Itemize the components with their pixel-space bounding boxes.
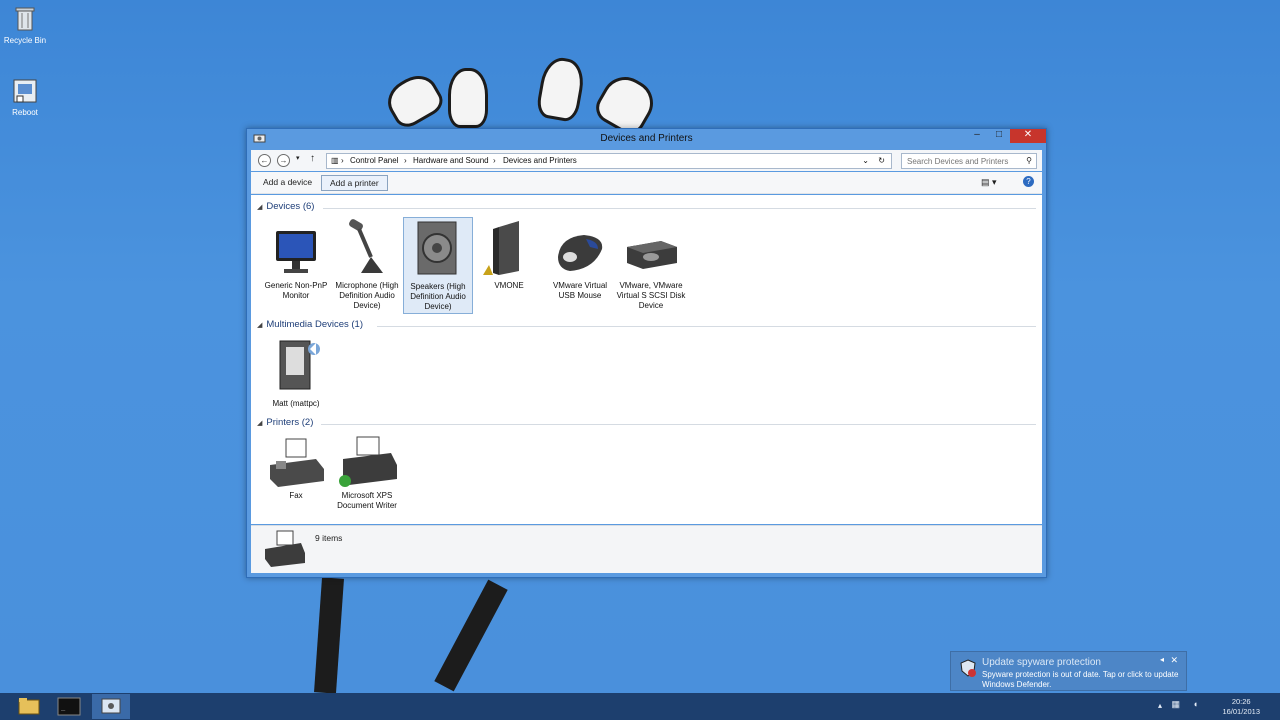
media-device-icon	[266, 335, 326, 397]
file-explorer-taskbar-button[interactable]	[10, 694, 48, 719]
device-item[interactable]: Fax	[261, 435, 331, 501]
devices-and-printers-window: Devices and Printers – □ ✕ ← → ▾ ↑ ▥ › C…	[246, 128, 1047, 578]
computer-tower-icon	[479, 217, 539, 279]
recycle-bin-icon	[10, 4, 40, 34]
device-label: Speakers (High Definition Audio Device)	[410, 282, 466, 311]
minimize-button[interactable]: –	[966, 129, 988, 143]
windows-defender-icon	[958, 658, 978, 678]
clock[interactable]: 20:26 16/01/2013	[1222, 697, 1260, 717]
group-divider	[377, 326, 1036, 327]
breadcrumb-devices-and-printers[interactable]: Devices and Printers	[503, 156, 577, 165]
help-icon[interactable]: ?	[1023, 176, 1034, 187]
desktop-icon-reboot[interactable]: Reboot	[0, 76, 50, 117]
group-header-multimedia[interactable]: ◢ Multimedia Devices (1)	[257, 319, 363, 330]
taskbar: _ ▴ ▦ ◖ 20:26 16/01/2013	[0, 693, 1280, 720]
search-icon[interactable]: ⚲	[1026, 156, 1032, 165]
device-item[interactable]: VMware Virtual USB Mouse	[545, 217, 615, 301]
device-label: Microsoft XPS Document Writer	[337, 491, 397, 510]
clock-date: 16/01/2013	[1222, 707, 1260, 716]
network-icon[interactable]: ▦	[1171, 699, 1180, 710]
speakers-icon	[408, 218, 468, 280]
view-options-icon[interactable]: ▤ ▾	[981, 177, 997, 188]
device-item[interactable]: VMware, VMware Virtual S SCSI Disk Devic…	[616, 217, 686, 311]
mouse-icon	[550, 217, 610, 279]
device-label: Matt (mattpc)	[272, 399, 320, 408]
device-label: VMware Virtual USB Mouse	[552, 281, 608, 300]
breadcrumb-separator: ›	[341, 156, 344, 165]
breadcrumb-separator: ›	[404, 156, 407, 165]
group-title: Multimedia Devices (1)	[266, 319, 364, 330]
breadcrumb-separator: ›	[493, 156, 496, 165]
breadcrumb-hardware-and-sound[interactable]: Hardware and Sound	[413, 156, 489, 165]
add-printer-button[interactable]: Add a printer	[321, 175, 388, 191]
clock-time: 20:26	[1231, 697, 1251, 706]
desktop-icon-label: Reboot	[12, 108, 38, 117]
desktop-icon-recycle-bin[interactable]: Recycle Bin	[0, 4, 50, 45]
search-box[interactable]: ⚲	[901, 153, 1037, 169]
collapse-triangle-icon[interactable]: ◢	[257, 321, 262, 329]
device-label: VMONE	[494, 281, 524, 290]
group-title: Printers (2)	[266, 417, 314, 428]
item-count: 9 items	[315, 533, 343, 543]
command-prompt-taskbar-button[interactable]: _	[50, 694, 88, 719]
group-header-printers[interactable]: ◢ Printers (2)	[257, 417, 313, 428]
group-title: Devices (6)	[266, 201, 315, 212]
collapse-triangle-icon[interactable]: ◢	[257, 419, 262, 427]
disk-drive-icon	[621, 217, 681, 279]
device-label: VMware, VMware Virtual S SCSI Disk Devic…	[616, 281, 686, 310]
device-item[interactable]: Generic Non-PnP Monitor	[261, 217, 331, 301]
device-item[interactable]: Microphone (High Definition Audio Device…	[332, 217, 402, 311]
group-divider	[321, 424, 1036, 425]
recent-locations-dropdown[interactable]: ▾	[296, 154, 300, 162]
details-pane: 9 items	[251, 525, 1042, 573]
devices-content-area: ◢ Devices (6) Generic Non-PnP Monitor Mic…	[251, 195, 1042, 524]
volume-icon[interactable]: ◖	[1193, 699, 1198, 709]
reboot-icon	[10, 76, 40, 106]
folder-icon: ▥	[331, 156, 339, 165]
printer-icon	[337, 435, 397, 489]
control-panel-taskbar-button[interactable]	[92, 694, 130, 719]
address-bar[interactable]: ▥ › Control Panel › Hardware and Sound ›…	[326, 153, 892, 169]
address-dropdown-icon[interactable]: ⌄	[862, 156, 869, 165]
title-bar[interactable]: Devices and Printers – □ ✕	[247, 129, 1046, 149]
device-item[interactable]: VMONE	[474, 217, 544, 291]
group-header-devices[interactable]: ◢ Devices (6)	[257, 201, 314, 212]
desktop-icon-label: Recycle Bin	[3, 36, 47, 45]
group-divider	[323, 208, 1036, 209]
tray-overflow-icon[interactable]: ▴	[1158, 701, 1162, 710]
window-title: Devices and Printers	[600, 133, 693, 144]
device-item-selected[interactable]: Speakers (High Definition Audio Device)	[403, 217, 473, 314]
forward-button[interactable]: →	[277, 154, 290, 167]
device-item[interactable]: Matt (mattpc)	[261, 335, 331, 409]
add-device-button[interactable]: Add a device	[255, 175, 320, 191]
notification-toast[interactable]: Update spyware protection Spyware protec…	[950, 651, 1187, 691]
printer-icon	[261, 529, 307, 569]
microphone-icon	[337, 217, 397, 279]
monitor-icon	[266, 217, 326, 279]
collapse-triangle-icon[interactable]: ◢	[257, 203, 262, 211]
navigation-bar: ← → ▾ ↑ ▥ › Control Panel › Hardware and…	[251, 150, 1042, 171]
device-label: Fax	[289, 491, 303, 500]
device-label: Microphone (High Definition Audio Device…	[335, 281, 399, 310]
toast-body: Spyware protection is out of date. Tap o…	[982, 670, 1179, 689]
refresh-icon[interactable]: ↻	[878, 156, 885, 165]
toast-close-button[interactable]: ✕	[1170, 655, 1178, 666]
breadcrumb-control-panel[interactable]: Control Panel	[350, 156, 398, 165]
toast-pin-icon[interactable]: ◂	[1160, 655, 1164, 664]
search-input[interactable]	[902, 154, 1017, 168]
up-button[interactable]: ↑	[310, 153, 315, 164]
close-button[interactable]: ✕	[1010, 129, 1046, 143]
command-bar: Add a device Add a printer ▤ ▾ ?	[251, 172, 1042, 194]
fax-icon	[266, 435, 326, 489]
device-item[interactable]: Microsoft XPS Document Writer	[332, 435, 402, 511]
maximize-button[interactable]: □	[988, 129, 1010, 143]
toast-title: Update spyware protection	[982, 657, 1101, 668]
device-label: Generic Non-PnP Monitor	[264, 281, 328, 300]
back-button[interactable]: ←	[258, 154, 271, 167]
